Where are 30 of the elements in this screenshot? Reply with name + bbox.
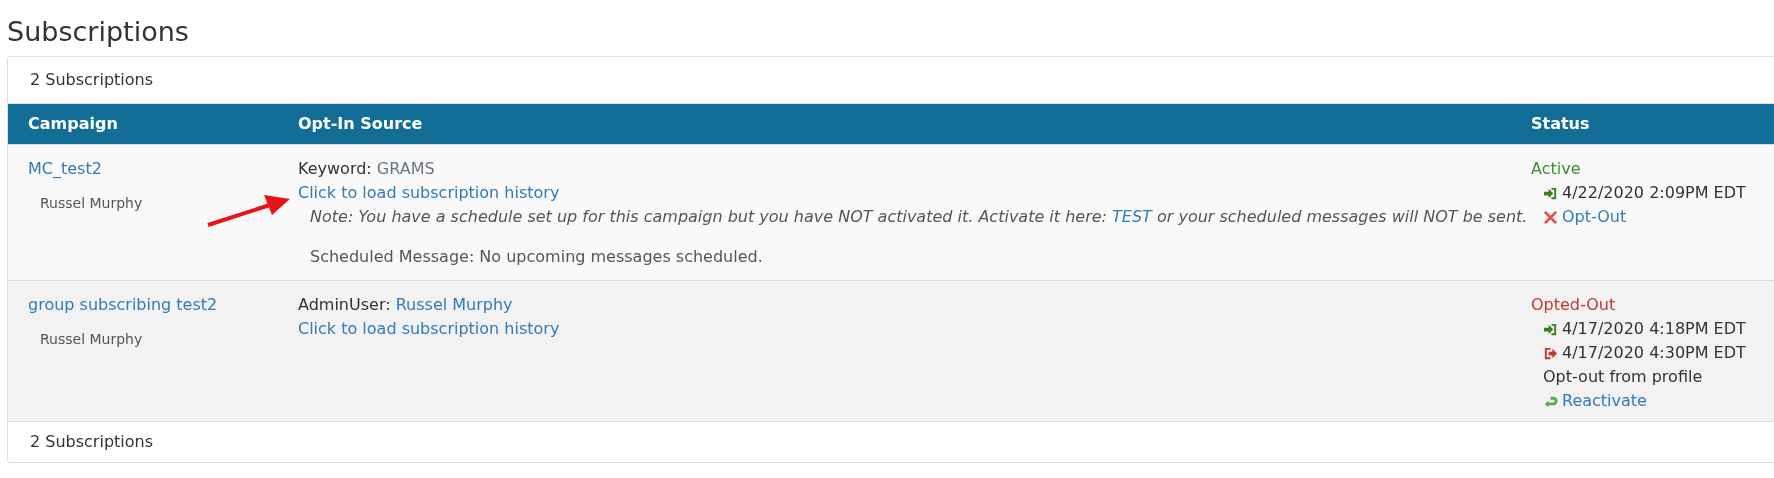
status-text: Opted-Out bbox=[1531, 294, 1617, 317]
sign-out-icon bbox=[1543, 345, 1558, 361]
page-title: Subscriptions bbox=[7, 16, 190, 49]
owner-name: Russel Murphy bbox=[40, 330, 143, 350]
source-label: Keyword: bbox=[298, 159, 372, 179]
sign-in-icon bbox=[1543, 321, 1558, 337]
activate-link[interactable]: TEST bbox=[1112, 207, 1152, 227]
reactivate-link[interactable]: Reactivate bbox=[1562, 389, 1647, 414]
campaign-link[interactable]: MC_test2 bbox=[28, 157, 102, 182]
sign-in-icon bbox=[1543, 185, 1558, 201]
owner-name: Russel Murphy bbox=[40, 194, 143, 214]
source-label: AdminUser: bbox=[298, 295, 391, 315]
history-link[interactable]: Click to load subscription history bbox=[298, 181, 560, 206]
close-icon bbox=[1543, 209, 1558, 225]
optout-reason: Opt-out from profile bbox=[1543, 366, 1703, 389]
source-value: GRAMS bbox=[376, 159, 435, 179]
event-time: 4/17/2020 4:30PM EDT bbox=[1562, 342, 1746, 365]
column-header: Campaign bbox=[28, 113, 119, 136]
history-link[interactable]: Click to load subscription history bbox=[298, 317, 560, 342]
subscription-count: 2 Subscriptions bbox=[8, 421, 1774, 463]
column-header: Status bbox=[1531, 113, 1591, 136]
event-time: 4/22/2020 2:09PM EDT bbox=[1562, 182, 1746, 205]
opt-out-link[interactable]: Opt-Out bbox=[1562, 205, 1627, 230]
schedule-note: Note: You have a schedule set up for this campaign but you have NOT activated it. Activate it here: TEST or your scheduled messages will NOT be sent. bbox=[310, 206, 1529, 229]
event-time: 4/17/2020 4:18PM EDT bbox=[1562, 318, 1746, 341]
scheduled-message: Scheduled Message: No upcoming messages scheduled. bbox=[310, 246, 764, 269]
source-value: Russel Murphy bbox=[395, 295, 513, 315]
column-header: Opt-In Source bbox=[298, 113, 424, 136]
status-text: Active bbox=[1531, 158, 1582, 181]
campaign-link[interactable]: group subscribing test2 bbox=[28, 293, 218, 318]
